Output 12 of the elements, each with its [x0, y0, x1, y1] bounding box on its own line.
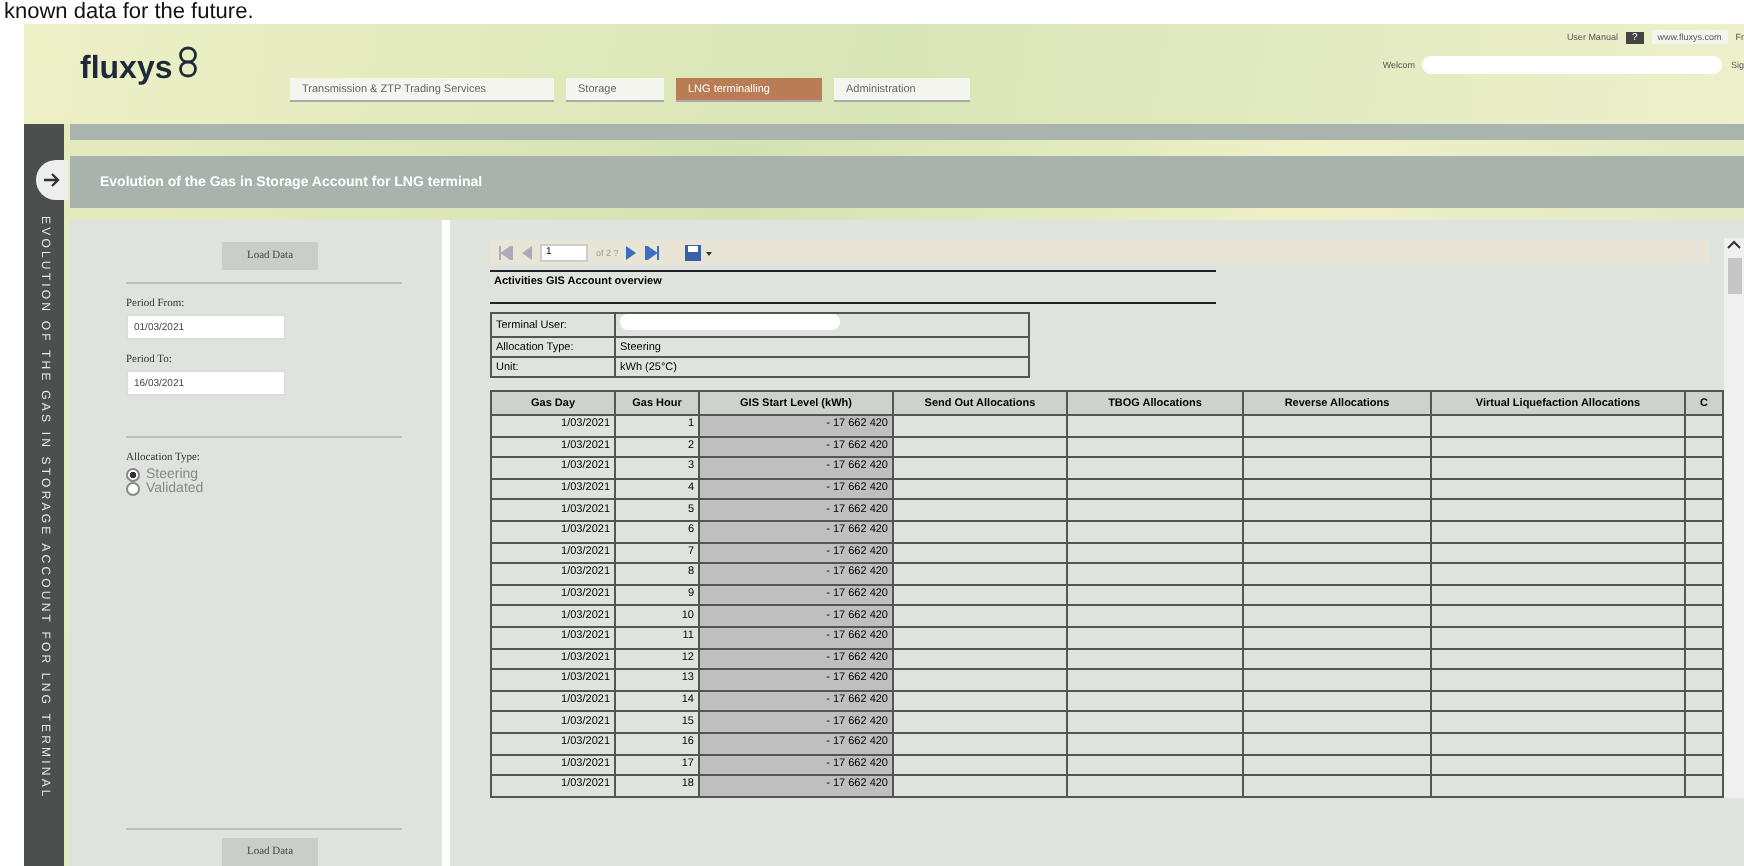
- radio-button[interactable]: [126, 468, 140, 482]
- scrollbar[interactable]: [1724, 238, 1744, 798]
- save-dropdown-icon[interactable]: [684, 243, 715, 261]
- loop-logo-icon: [174, 46, 203, 78]
- radio-button[interactable]: [126, 482, 140, 496]
- scrollbar-thumb[interactable]: [1727, 258, 1741, 294]
- next-page-icon[interactable]: [626, 245, 637, 259]
- last-page-icon[interactable]: [644, 245, 661, 259]
- scroll-up-icon[interactable]: [1726, 238, 1742, 250]
- expand-arrow-icon[interactable]: [36, 160, 68, 200]
- caption-text: known data for the future.: [2, 0, 256, 24]
- logo-text: fluxys: [80, 52, 173, 88]
